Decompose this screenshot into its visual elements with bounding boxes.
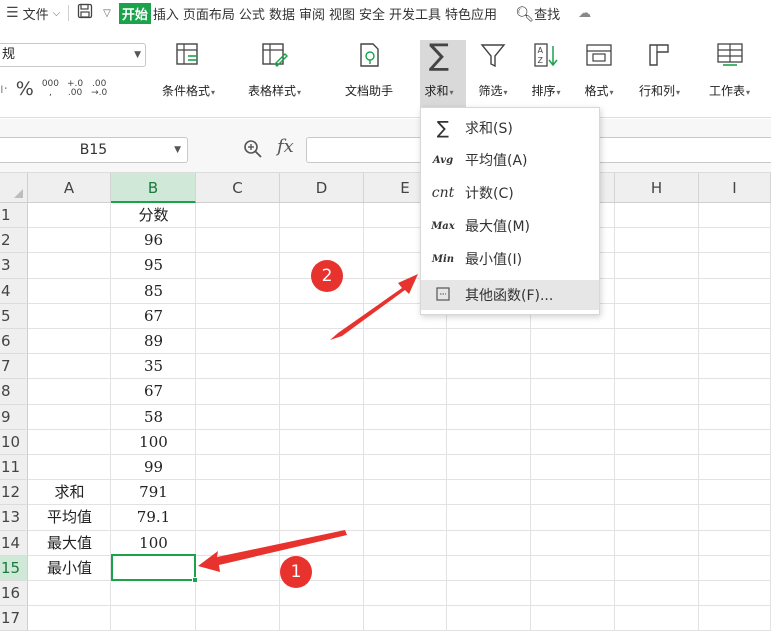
arrow-to-min-menu	[330, 274, 418, 340]
step-2-badge: 2	[311, 260, 343, 292]
annotation-arrows	[198, 274, 418, 572]
arrow-to-cell-b15	[198, 530, 347, 572]
step-1-badge: 1	[280, 556, 312, 588]
